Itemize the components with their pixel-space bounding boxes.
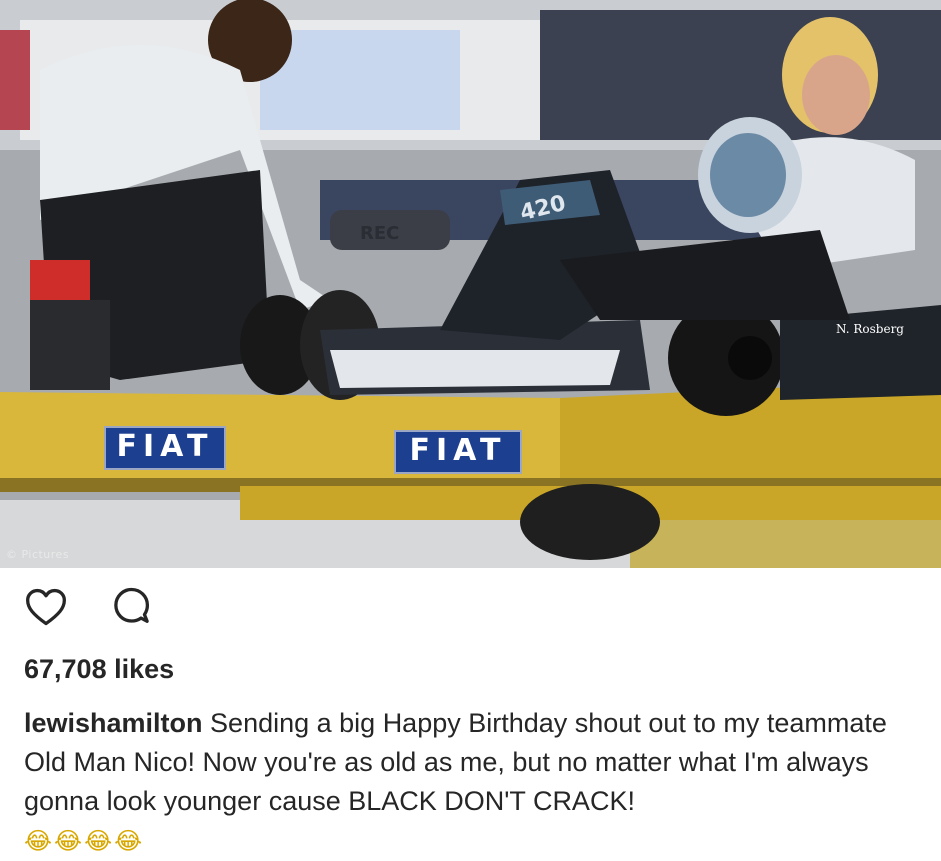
post-photo[interactable]: REC 420 N. Rosberg FIAT FIAT © Pictures — [0, 0, 941, 568]
likes-count[interactable]: 67,708 likes — [24, 654, 174, 685]
caption-username[interactable]: lewishamilton — [24, 708, 203, 738]
instagram-post: REC 420 N. Rosberg FIAT FIAT © Pictures … — [0, 0, 941, 855]
kart-name-plate: N. Rosberg — [836, 322, 904, 336]
post-caption: lewishamilton Sending a big Happy Birthd… — [24, 704, 919, 861]
post-action-bar — [24, 586, 154, 630]
kart-seat-text: REC — [360, 223, 400, 244]
karting-photo-illustration — [0, 0, 941, 568]
fiat-sign-right: FIAT — [394, 430, 522, 474]
heart-outline-icon[interactable] — [24, 586, 68, 630]
caption-emojis: 😂😂😂😂 — [24, 827, 145, 855]
comment-bubble-icon[interactable] — [110, 586, 154, 630]
photo-credit: © Pictures — [6, 548, 70, 561]
fiat-sign-left: FIAT — [104, 426, 226, 470]
